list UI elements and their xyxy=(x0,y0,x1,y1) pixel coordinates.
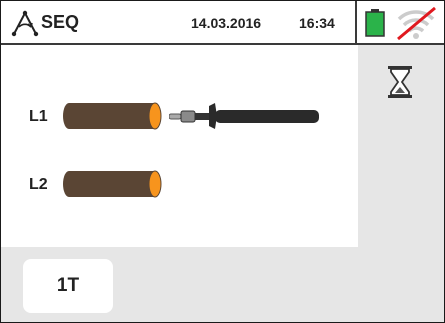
measurement-panel: L1 L2 xyxy=(1,45,358,247)
date-label: 14.03.2016 xyxy=(191,15,262,31)
header-divider xyxy=(355,1,357,43)
softkey-bar: 1T xyxy=(1,247,444,322)
status-header: SEQ 14.03.2016 16:34 xyxy=(1,1,444,45)
lead-l1-probe-icon xyxy=(63,102,162,130)
battery-icon xyxy=(365,9,385,37)
phase-sequence-icon xyxy=(11,10,39,37)
time-label: 16:34 xyxy=(299,15,335,31)
mode-label: SEQ xyxy=(41,12,80,32)
lead-l2-probe-icon xyxy=(63,170,162,198)
lead-label-l2: L2 xyxy=(29,176,48,193)
test-tip-probe-icon xyxy=(169,103,319,129)
instrument-screen: SEQ 14.03.2016 16:34 L1 L2 1T xyxy=(0,0,445,323)
status-side-panel xyxy=(358,45,444,247)
lead-label-l1: L1 xyxy=(29,108,48,125)
one-terminal-mode-button[interactable]: 1T xyxy=(23,259,113,313)
hourglass-icon xyxy=(388,66,412,98)
no-wireless-icon xyxy=(397,6,436,41)
